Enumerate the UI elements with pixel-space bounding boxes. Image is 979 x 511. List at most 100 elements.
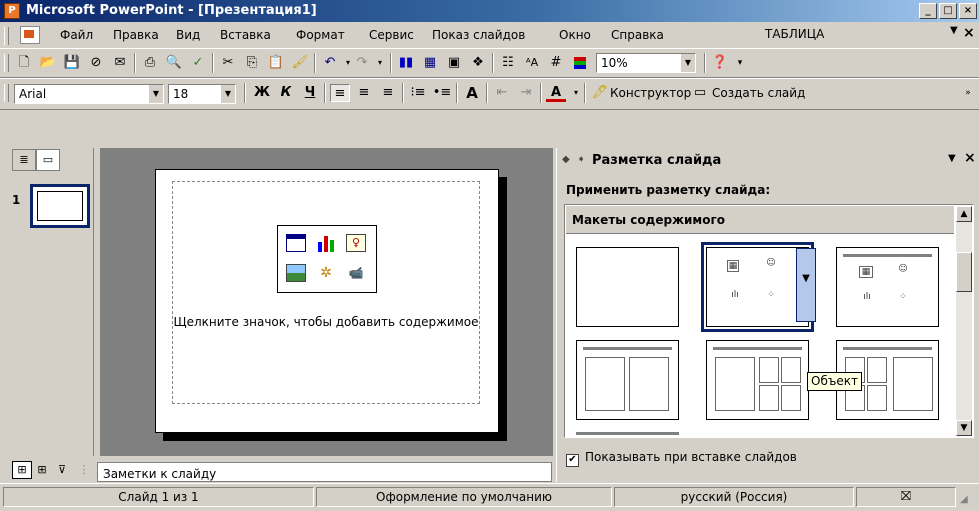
menu-file[interactable]: Файл (60, 28, 93, 42)
save-icon[interactable]: 💾 (62, 54, 82, 72)
designer-icon[interactable]: 🖊 (590, 84, 610, 102)
font-color-icon[interactable]: A (546, 84, 566, 102)
task-pane-close-icon[interactable]: × (964, 150, 976, 166)
font-size-dropdown-chevron-icon[interactable]: ▼ (221, 85, 235, 103)
cut-icon[interactable]: ✂ (218, 54, 238, 72)
layout-title-content[interactable]: ▦ ☺ ılı ⁘ (836, 247, 939, 327)
scroll-up-icon[interactable]: ▲ (956, 206, 972, 222)
ask-dropdown-chevron-icon[interactable]: ▼ (950, 25, 958, 36)
slides-tab-icon[interactable]: ▭ (36, 149, 60, 171)
menu-insert[interactable]: Вставка (220, 28, 271, 42)
close-document-button[interactable]: × (963, 25, 975, 41)
insert-picture-icon[interactable] (286, 264, 306, 282)
outline-tab-icon[interactable]: ≣ (12, 149, 36, 171)
align-center-icon[interactable]: ≡ (354, 84, 374, 102)
decrease-indent-icon[interactable]: ⇤ (492, 84, 512, 102)
splitter-handle[interactable]: ⋮ (74, 461, 94, 479)
zoom-dropdown-chevron-icon[interactable]: ▼ (681, 54, 695, 72)
show-formatting-icon[interactable]: ᴬA (522, 54, 542, 72)
checkbox-check-icon[interactable]: ✔ (566, 454, 579, 467)
scroll-down-icon[interactable]: ▼ (956, 420, 972, 436)
insert-diagram-icon[interactable]: ✲ (316, 264, 336, 282)
gallery-scrollbar[interactable]: ▲ ▼ (956, 206, 972, 436)
new-slide-icon[interactable]: ▭ (690, 84, 710, 102)
layout-content[interactable]: ▦ ☺ ılı ⁘ (701, 242, 814, 332)
ask-question-box[interactable]: ТАБЛИЦА (765, 27, 824, 41)
slideshow-view-icon[interactable]: ⊽ (52, 461, 72, 479)
menu-tools[interactable]: Сервис (369, 28, 414, 42)
format-painter-icon[interactable]: 🖌 (290, 54, 310, 72)
font-dropdown-chevron-icon[interactable]: ▼ (149, 85, 163, 103)
slide-sorter-view-icon[interactable]: ⊞ (32, 461, 52, 479)
permission-icon[interactable]: ⊘ (86, 54, 106, 72)
powerpoint-app-icon[interactable]: P (4, 3, 20, 19)
new-slide-button[interactable]: Создать слайд (712, 86, 805, 100)
resize-grip[interactable]: ◢ (960, 494, 968, 505)
zoom-combo[interactable]: 10% ▼ (596, 53, 696, 73)
print-icon[interactable]: ⎙ (140, 54, 160, 72)
insert-diagram-icon[interactable]: ❖ (468, 54, 488, 72)
undo-icon[interactable]: ↶ (320, 54, 340, 72)
bold-icon[interactable]: Ж (252, 84, 272, 102)
email-icon[interactable]: ✉ (110, 54, 130, 72)
show-grid-icon[interactable]: # (546, 54, 566, 72)
menu-edit[interactable]: Правка (113, 28, 159, 42)
expand-all-icon[interactable]: ☷ (498, 54, 518, 72)
menu-format[interactable]: Формат (296, 28, 345, 42)
toolbar-options-chevron-icon[interactable]: ▾ (730, 54, 750, 72)
paste-icon[interactable]: 📋 (266, 54, 286, 72)
maximize-button[interactable]: □ (939, 3, 957, 19)
layout-blank[interactable] (576, 247, 679, 327)
italic-icon[interactable]: К (276, 84, 296, 102)
bullets-icon[interactable]: •≡ (432, 84, 452, 102)
insert-clipart-icon[interactable]: ♀ (346, 234, 366, 252)
designer-button[interactable]: Конструктор (610, 86, 691, 100)
font-combo[interactable]: Arial ▼ (14, 84, 164, 104)
slide-thumbnail[interactable] (30, 184, 90, 228)
normal-view-icon[interactable]: ⊞ (12, 461, 32, 479)
insert-chart-icon[interactable]: ▮▮ (396, 54, 416, 72)
minimize-button[interactable]: _ (919, 3, 937, 19)
insert-chart-icon[interactable] (316, 234, 336, 252)
redo-dropdown-chevron-icon[interactable]: ▾ (370, 54, 390, 72)
spelling-icon[interactable]: ✓ (188, 54, 208, 72)
notes-pane[interactable]: Заметки к слайду (97, 462, 552, 482)
help-icon[interactable]: ❓ (710, 54, 730, 72)
new-document-icon[interactable]: 🗋 (14, 54, 34, 72)
status-language[interactable]: русский (Россия) (614, 487, 854, 507)
layout-dropdown-chevron-icon[interactable]: ▼ (796, 248, 816, 322)
task-pane-menu-chevron-icon[interactable]: ▼ (948, 153, 956, 164)
menu-view[interactable]: Вид (176, 28, 200, 42)
show-on-insert-checkbox[interactable]: ✔ Показывать при вставке слайдов (566, 450, 797, 467)
open-folder-icon[interactable]: 📂 (38, 54, 58, 72)
numbering-icon[interactable]: ⁝≡ (408, 84, 428, 102)
insert-table-icon[interactable] (286, 234, 306, 252)
menu-help[interactable]: Справка (611, 28, 664, 42)
menubar-grip[interactable] (4, 27, 9, 45)
forward-arrow-icon[interactable]: ➧ (577, 154, 585, 165)
spelling-status-icon[interactable]: ⛝ (856, 487, 956, 507)
increase-indent-icon[interactable]: ⇥ (516, 84, 536, 102)
layout-title-content-four[interactable] (706, 340, 809, 420)
increase-font-icon[interactable]: A (462, 84, 482, 102)
toolbar-overflow-chevron-icon[interactable]: » (958, 84, 978, 102)
color-grayscale-icon[interactable] (570, 54, 590, 72)
close-button[interactable]: × (959, 3, 977, 19)
insert-table-icon[interactable]: ▦ (420, 54, 440, 72)
document-menu-icon[interactable] (20, 26, 40, 44)
menu-slideshow[interactable]: Показ слайдов (432, 28, 525, 42)
insert-image-icon[interactable]: ▣ (444, 54, 464, 72)
layout-title-two-content[interactable] (576, 340, 679, 420)
font-color-dropdown-chevron-icon[interactable]: ▾ (566, 84, 586, 102)
menu-window[interactable]: Окно (559, 28, 591, 42)
font-size-combo[interactable]: 18 ▼ (168, 84, 236, 104)
print-preview-icon[interactable]: 🔍 (164, 54, 184, 72)
redo-icon[interactable]: ↷ (352, 54, 372, 72)
align-right-icon[interactable]: ≡ (378, 84, 398, 102)
underline-icon[interactable]: Ч (300, 84, 320, 102)
align-left-icon[interactable]: ≡ (330, 84, 350, 102)
back-arrow-icon[interactable]: ◆ (562, 154, 570, 165)
copy-icon[interactable]: ⎘ (242, 54, 262, 72)
insert-media-icon[interactable]: 📹 (346, 264, 366, 282)
scroll-thumb[interactable] (956, 252, 972, 292)
